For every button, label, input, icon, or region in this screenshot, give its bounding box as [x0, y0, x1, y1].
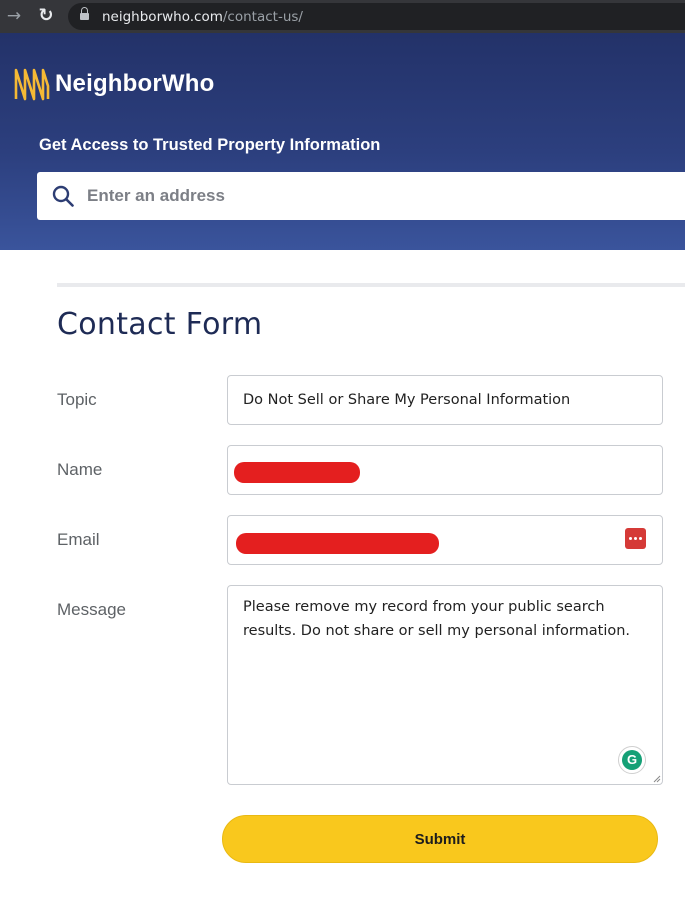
resize-handle-icon[interactable]: [653, 775, 661, 783]
search-icon[interactable]: [52, 185, 74, 207]
browser-toolbar: → ↻ neighborwho.com/contact-us/: [0, 0, 685, 33]
grammarly-icon[interactable]: G: [618, 746, 646, 774]
submit-button[interactable]: Submit: [222, 815, 658, 863]
section-divider: [57, 283, 685, 287]
neighborwho-logo-icon[interactable]: [14, 66, 50, 102]
header-tagline: Get Access to Trusted Property Informati…: [39, 136, 381, 154]
address-search-bar: [37, 172, 685, 220]
url-text: neighborwho.com/contact-us/: [102, 9, 303, 25]
redaction-mark: [236, 533, 439, 554]
redaction-mark: [234, 462, 360, 483]
email-label: Email: [57, 530, 100, 549]
topic-select[interactable]: Do Not Sell or Share My Personal Informa…: [227, 375, 663, 425]
message-text: Please remove my record from your public…: [243, 599, 631, 639]
back-arrow-icon[interactable]: →: [2, 4, 26, 28]
address-bar[interactable]: neighborwho.com/contact-us/: [68, 3, 685, 30]
page-title: Contact Form: [57, 307, 263, 342]
name-field[interactable]: [227, 445, 663, 495]
site-header: NeighborWho Get Access to Trusted Proper…: [0, 33, 685, 250]
password-manager-icon[interactable]: [625, 528, 646, 549]
name-label: Name: [57, 460, 103, 479]
message-textarea[interactable]: Please remove my record from your public…: [227, 585, 663, 785]
reload-icon[interactable]: ↻: [34, 4, 58, 28]
url-host: neighborwho.com: [102, 9, 223, 25]
brand-name[interactable]: NeighborWho: [55, 70, 215, 98]
topic-value: Do Not Sell or Share My Personal Informa…: [243, 392, 571, 408]
message-label: Message: [57, 600, 126, 619]
lock-icon: [80, 7, 89, 21]
address-search-input[interactable]: [87, 172, 677, 220]
email-field[interactable]: [227, 515, 663, 565]
topic-label: Topic: [57, 390, 97, 409]
url-path: /contact-us/: [222, 9, 303, 25]
